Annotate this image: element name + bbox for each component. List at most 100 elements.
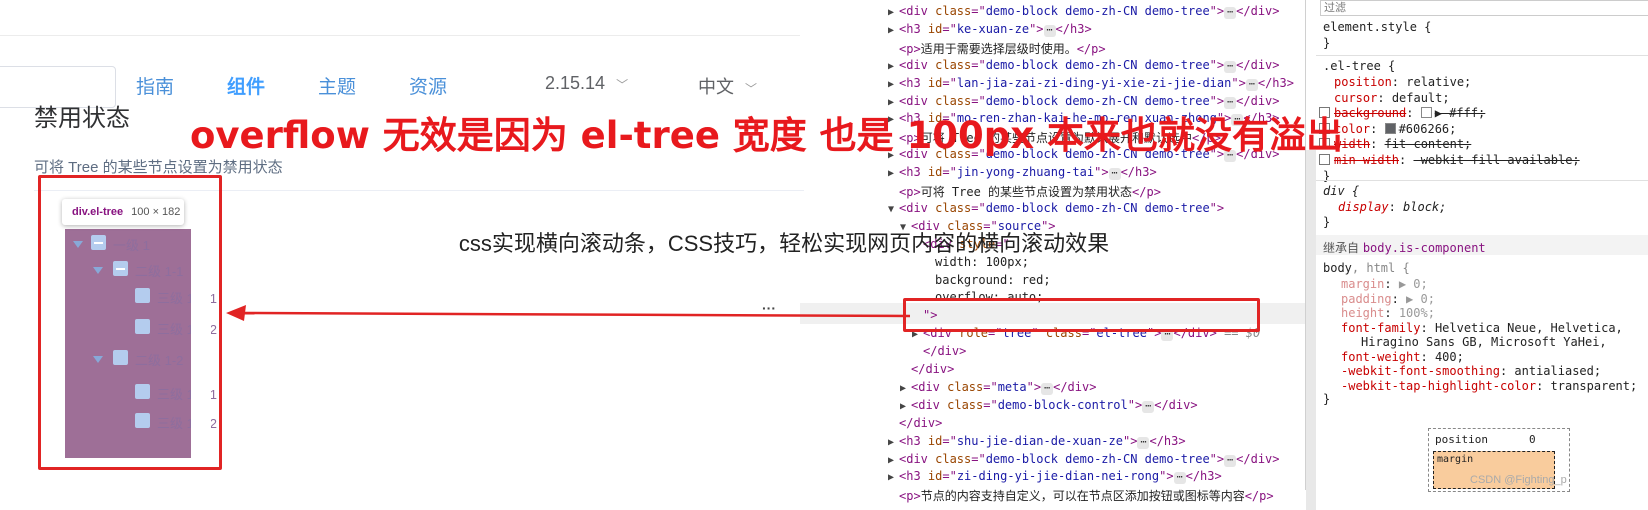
color-swatch[interactable] [1384, 122, 1396, 134]
dom-token: <h3 [899, 433, 928, 448]
css-selector: , html { [1351, 261, 1410, 275]
css-colon: : [1391, 291, 1407, 306]
expand-down-icon[interactable]: ▼ [888, 204, 899, 215]
dom-token: "> [1231, 75, 1246, 90]
nav-components[interactable]: 组件 [227, 72, 265, 99]
dom-token: =" [942, 75, 957, 90]
expand-right-icon[interactable]: ▶ [888, 437, 899, 448]
css-declaration[interactable]: -webkit-tap-highlight-color: transparent… [1341, 379, 1637, 393]
dom-node-line[interactable]: ▶ <h3 id="shu-jie-dian-de-xuan-ze"> ⋯ </h3> [888, 434, 1186, 449]
css-declaration[interactable]: height: 100%; [1341, 306, 1435, 320]
dom-node-line[interactable]: <p>适用于需要选择层级时使用。</p> [888, 40, 1106, 57]
expand-right-icon[interactable]: ▶ [888, 61, 899, 72]
el-tree-rule[interactable]: .el-tree { [1323, 59, 1395, 73]
ellipsis-icon[interactable]: ⋯ [1245, 78, 1258, 91]
ellipsis-icon[interactable]: ⋯ [1043, 24, 1056, 37]
css-declaration[interactable]: display: block; [1338, 200, 1446, 214]
styles-filter-input[interactable]: 过滤 [1320, 0, 1648, 16]
dom-token: id [927, 165, 943, 180]
dom-node-line[interactable]: <p>可将 Tree 的某些节点设置为禁用状态</p> [888, 183, 1161, 200]
css-declaration[interactable]: margin: ▶ 0; [1341, 277, 1428, 291]
dom-token: jin-yong-zhuang-tai [956, 165, 1095, 180]
css-declaration[interactable]: position: relative; [1319, 75, 1471, 89]
dom-token: </h3> [1185, 469, 1222, 484]
dom-node-line[interactable]: </div> [912, 344, 966, 358]
css-property-value: 100%; [1398, 306, 1435, 320]
css-colon: : [1384, 277, 1399, 291]
css-declaration[interactable]: cursor: default; [1319, 91, 1450, 105]
dom-token: id [927, 75, 943, 90]
css-property-value: fit-content; [1384, 137, 1472, 151]
css-property-name: min-width [1334, 152, 1400, 167]
expand-right-icon[interactable]: ▶ [888, 25, 899, 36]
dom-node-line[interactable]: ▼ <div class="demo-block demo-zh-CN demo-… [888, 201, 1224, 215]
ellipsis-icon[interactable]: ⋯ [1041, 382, 1054, 395]
dom-token: "> [1026, 379, 1042, 394]
ellipsis-icon[interactable]: ⋯ [1224, 454, 1237, 467]
dom-node-line[interactable]: ▶ <div class="demo-block demo-zh-CN demo-… [888, 452, 1280, 467]
div-rule[interactable]: div { [1323, 184, 1359, 198]
css-property-value: #606266; [1398, 121, 1457, 136]
css-declaration[interactable]: Hiragino Sans GB, Microsoft YaHei, [1361, 335, 1607, 349]
css-declaration[interactable]: min-width: -webkit-fill-available; [1319, 153, 1580, 167]
language-select[interactable]: 中文 ﹀ [698, 73, 757, 99]
css-declaration[interactable]: font-weight: 400; [1341, 350, 1464, 364]
color-swatch[interactable] [1420, 107, 1432, 118]
language-label: 中文 [698, 77, 734, 97]
css-declaration[interactable]: background: ▶ #fff; [1319, 106, 1485, 120]
dom-node-line[interactable]: </div> [900, 362, 954, 376]
version-label: 2.15.14 [545, 73, 606, 93]
nav-guide[interactable]: 指南 [136, 72, 174, 99]
expand-right-icon[interactable]: ▶ [900, 401, 911, 412]
dom-token: "> [1209, 200, 1225, 215]
dom-token: </h3> [1257, 75, 1294, 90]
dom-node-line[interactable]: ▶ <h3 id="jin-yong-zhuang-tai"> ⋯ </h3> [888, 165, 1157, 181]
ellipsis-icon[interactable]: ⋯ [1173, 472, 1186, 485]
dom-node-line[interactable]: </div> [888, 416, 942, 430]
dom-token: =" [942, 433, 957, 448]
element-style-rule[interactable]: element.style { [1323, 20, 1431, 34]
dom-node-line[interactable]: ▶ <div class="meta"> ⋯ </div> [900, 380, 1096, 395]
dom-token: <div [899, 57, 936, 72]
css-declaration[interactable]: padding: ▶ 0; [1341, 292, 1435, 306]
ellipsis-icon[interactable]: ⋯ [1142, 400, 1155, 413]
body-rule[interactable]: body, html { [1323, 261, 1410, 275]
expand-right-icon[interactable]: ▶ [888, 7, 899, 18]
dom-node-line[interactable]: ▶ <h3 id="ke-xuan-ze"> ⋯ </h3> [888, 22, 1092, 37]
css-brace: } [1323, 169, 1331, 183]
ellipsis-icon[interactable]: ⋯ [1224, 7, 1237, 19]
expand-right-icon[interactable]: ▶ [888, 455, 899, 466]
dom-node-line[interactable]: ▶ <h3 id="lan-jia-zai-zi-ding-yi-xie-zi-j… [888, 76, 1294, 91]
ellipsis-icon[interactable]: ⋯ [1224, 60, 1237, 73]
ellipsis-icon[interactable]: ⋯ [1137, 436, 1150, 449]
elements-scrollbar[interactable] [1306, 150, 1316, 510]
expand-right-icon[interactable]: ▶ [888, 472, 899, 483]
expand-right-icon[interactable]: ▶ [888, 79, 899, 90]
css-brace: } [1323, 392, 1331, 406]
dom-node-line[interactable]: ▶ <div class="demo-block demo-zh-CN demo-… [888, 58, 1280, 73]
ellipsis-icon[interactable]: ⋯ [1108, 168, 1121, 181]
dom-token: =" [971, 4, 986, 18]
css-property-value: ▶ 0; [1398, 277, 1428, 291]
dom-token: class [935, 4, 972, 18]
dom-token: demo-block demo-zh-CN demo-tree [985, 4, 1210, 18]
css-property-value: transparent; [1550, 378, 1638, 393]
expand-right-icon[interactable]: ▶ [888, 168, 899, 179]
css-property-name: position [1334, 75, 1392, 89]
css-colon: : [1420, 349, 1435, 364]
dom-node-line[interactable]: ▶ <div class="demo-block demo-zh-CN demo-… [888, 4, 1280, 19]
dom-token: =" [983, 379, 998, 394]
nav-resources[interactable]: 资源 [409, 72, 447, 99]
dom-node-line[interactable]: background: red; [924, 273, 1051, 287]
expand-right-icon[interactable]: ▶ [900, 383, 911, 394]
dom-token: </h3> [1055, 21, 1092, 36]
dom-node-line[interactable]: ▶ <div class="demo-block-control"> ⋯ </div> [900, 398, 1198, 413]
css-property-value: -webkit-fill-available; [1413, 152, 1580, 167]
css-declaration[interactable]: -webkit-font-smoothing: antialiased; [1341, 364, 1601, 378]
dom-token: demo-block-control [997, 397, 1128, 412]
version-select[interactable]: 2.15.14 ﹀ [545, 73, 628, 94]
dom-node-line[interactable]: ▶ <h3 id="zi-ding-yi-jie-dian-nei-rong"> ⋯… [888, 469, 1222, 485]
nav-theme[interactable]: 主题 [318, 72, 356, 99]
css-colon: : [1384, 306, 1399, 320]
css-declaration[interactable]: font-family: Helvetica Neue, Helvetica, [1341, 321, 1623, 335]
